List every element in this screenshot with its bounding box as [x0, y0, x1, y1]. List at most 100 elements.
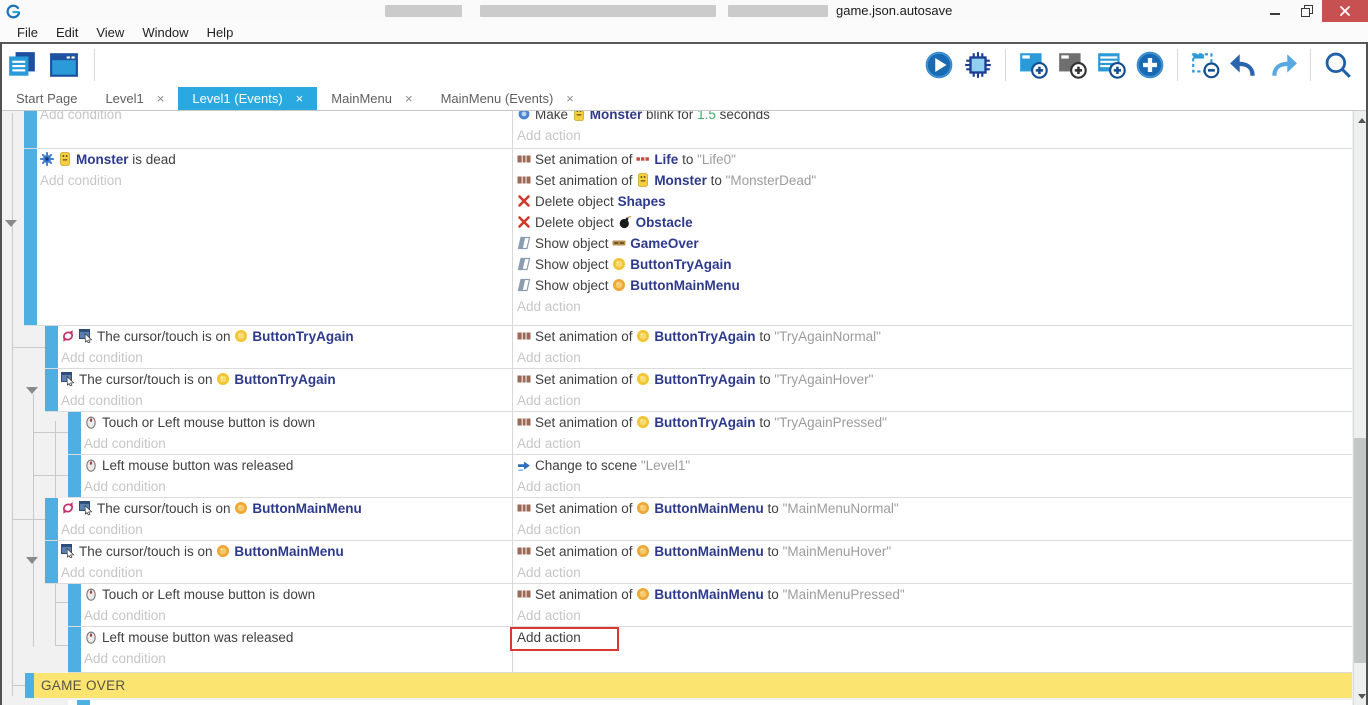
- add-action-placeholder[interactable]: Add action: [517, 433, 1347, 454]
- toolbar-separator: [94, 49, 95, 81]
- action-instruction[interactable]: Set animation of ButtonMainMenu to "Main…: [517, 584, 1347, 605]
- redo-icon[interactable]: [1267, 49, 1299, 81]
- close-tab-icon[interactable]: ×: [296, 91, 304, 106]
- menu-file[interactable]: File: [8, 25, 47, 40]
- action-instruction[interactable]: Set animation of ButtonTryAgain to "TryA…: [517, 326, 1347, 347]
- menu-window[interactable]: Window: [133, 25, 197, 40]
- scene-window-icon[interactable]: [48, 49, 80, 81]
- instruction-text: Set animation of: [535, 544, 636, 559]
- add-condition-placeholder[interactable]: Add condition: [40, 111, 506, 125]
- project-structure-icon[interactable]: [6, 49, 38, 81]
- condition-instruction[interactable]: The cursor/touch is on ButtonTryAgain: [61, 369, 506, 390]
- instruction-text: to: [678, 152, 697, 167]
- undo-icon[interactable]: [1228, 49, 1260, 81]
- condition-instruction[interactable]: Touch or Left mouse button is down: [84, 584, 506, 605]
- action-instruction[interactable]: Show object GameOver: [517, 233, 1347, 254]
- add-condition-placeholder[interactable]: Add condition: [61, 519, 506, 540]
- action-instruction[interactable]: Change to scene "Level1": [517, 455, 1347, 476]
- animation-icon: [517, 584, 531, 605]
- search-icon[interactable]: [1322, 49, 1354, 81]
- instruction-text: to: [764, 501, 783, 516]
- add-condition-placeholder[interactable]: Add condition: [84, 648, 506, 669]
- close-tab-icon[interactable]: ×: [566, 91, 574, 106]
- instruction-text: blink for: [642, 111, 697, 122]
- button-yellow-thumb-icon: [636, 326, 650, 347]
- conditions-cell: Left mouse button was releasedAdd condit…: [84, 455, 506, 497]
- action-instruction[interactable]: Make Monster blink for 1.5 seconds: [517, 111, 1347, 125]
- actions-cell: Set animation of ButtonTryAgain to "TryA…: [517, 369, 1347, 411]
- expander-icon[interactable]: [26, 557, 38, 564]
- close-tab-icon[interactable]: ×: [405, 91, 413, 106]
- comment-row[interactable]: GAME OVER: [25, 673, 1352, 698]
- minimize-icon[interactable]: [1258, 0, 1292, 22]
- add-action-placeholder[interactable]: Add action: [517, 519, 1347, 540]
- event-row: Left mouse button was releasedAdd condit…: [68, 455, 1352, 498]
- condition-instruction[interactable]: Left mouse button was released: [84, 627, 506, 648]
- action-instruction[interactable]: Set animation of Life to "Life0": [517, 149, 1347, 170]
- condition-instruction[interactable]: The cursor/touch is on ButtonMainMenu: [61, 498, 506, 519]
- expander-icon[interactable]: [5, 220, 17, 227]
- scroll-up-icon[interactable]: [1358, 118, 1366, 123]
- add-action-placeholder[interactable]: Add action: [517, 562, 1347, 583]
- debug-icon[interactable]: [962, 49, 994, 81]
- play-icon[interactable]: [923, 49, 955, 81]
- add-action-placeholder[interactable]: Add action: [517, 296, 1347, 317]
- action-instruction[interactable]: Show object ButtonTryAgain: [517, 254, 1347, 275]
- condition-instruction[interactable]: Monster is dead: [40, 149, 506, 170]
- menu-help[interactable]: Help: [198, 25, 243, 40]
- condition-instruction[interactable]: Touch or Left mouse button is down: [84, 412, 506, 433]
- add-condition-placeholder[interactable]: Add condition: [84, 476, 506, 497]
- button-yellow-thumb-icon: [612, 254, 626, 275]
- add-circle-icon[interactable]: [1134, 49, 1166, 81]
- close-tab-icon[interactable]: ×: [157, 91, 165, 106]
- mouse-icon: [84, 627, 98, 648]
- tab-start-page[interactable]: Start Page: [2, 87, 91, 110]
- add-action-placeholder[interactable]: Add action: [517, 125, 1347, 146]
- tab-mainmenu[interactable]: MainMenu×: [317, 87, 426, 110]
- tab-level1[interactable]: Level1×: [91, 87, 178, 110]
- add-condition-placeholder[interactable]: Add condition: [61, 562, 506, 583]
- tab-mainmenu-events-[interactable]: MainMenu (Events)×: [427, 87, 588, 110]
- action-instruction[interactable]: Add action: [517, 627, 1347, 648]
- button-orange-thumb-icon: [234, 498, 248, 519]
- action-instruction[interactable]: Set animation of ButtonMainMenu to "Main…: [517, 498, 1347, 519]
- button-orange-thumb-icon: [612, 275, 626, 296]
- add-action-placeholder[interactable]: Add action: [517, 390, 1347, 411]
- tab-level1-events-[interactable]: Level1 (Events)×: [178, 87, 317, 110]
- add-condition-placeholder[interactable]: Add condition: [61, 390, 506, 411]
- event-row: Left mouse button was releasedAdd condit…: [68, 627, 1352, 673]
- add-condition-placeholder[interactable]: Add condition: [40, 170, 506, 191]
- action-instruction[interactable]: Set animation of Monster to "MonsterDead…: [517, 170, 1347, 191]
- action-instruction[interactable]: Show object ButtonMainMenu: [517, 275, 1347, 296]
- action-instruction[interactable]: Set animation of ButtonMainMenu to "Main…: [517, 541, 1347, 562]
- add-condition-placeholder[interactable]: Add condition: [84, 433, 506, 454]
- remove-event-icon[interactable]: [1189, 49, 1221, 81]
- add-action-placeholder[interactable]: Add action: [517, 476, 1347, 497]
- expander-icon[interactable]: [26, 387, 38, 394]
- event-row: The cursor/touch is on ButtonMainMenuAdd…: [45, 541, 1352, 584]
- animation-icon: [517, 369, 531, 390]
- action-instruction[interactable]: Delete object Obstacle: [517, 212, 1347, 233]
- object-name: ButtonTryAgain: [234, 372, 335, 387]
- restore-icon[interactable]: [1292, 0, 1322, 22]
- add-action-highlighted[interactable]: Add action: [510, 627, 619, 651]
- menu-view[interactable]: View: [87, 25, 133, 40]
- add-comment-icon[interactable]: [1095, 49, 1127, 81]
- mouse-icon: [84, 455, 98, 476]
- action-instruction[interactable]: Set animation of ButtonTryAgain to "TryA…: [517, 369, 1347, 390]
- close-icon[interactable]: [1322, 0, 1368, 22]
- condition-instruction[interactable]: Left mouse button was released: [84, 455, 506, 476]
- add-condition-placeholder[interactable]: Add condition: [84, 605, 506, 626]
- parameter-value: "TryAgainHover": [774, 372, 873, 387]
- action-instruction[interactable]: Delete object Shapes: [517, 191, 1347, 212]
- condition-instruction[interactable]: The cursor/touch is on ButtonMainMenu: [61, 541, 506, 562]
- add-action-placeholder[interactable]: Add action: [517, 347, 1347, 368]
- add-action-placeholder[interactable]: Add action: [517, 605, 1347, 626]
- condition-instruction[interactable]: The cursor/touch is on ButtonTryAgain: [61, 326, 506, 347]
- scroll-down-icon[interactable]: [1358, 694, 1366, 699]
- add-condition-placeholder[interactable]: Add condition: [61, 347, 506, 368]
- add-subevent-icon[interactable]: [1056, 49, 1088, 81]
- action-instruction[interactable]: Set animation of ButtonTryAgain to "TryA…: [517, 412, 1347, 433]
- add-event-icon[interactable]: [1017, 49, 1049, 81]
- menu-edit[interactable]: Edit: [47, 25, 87, 40]
